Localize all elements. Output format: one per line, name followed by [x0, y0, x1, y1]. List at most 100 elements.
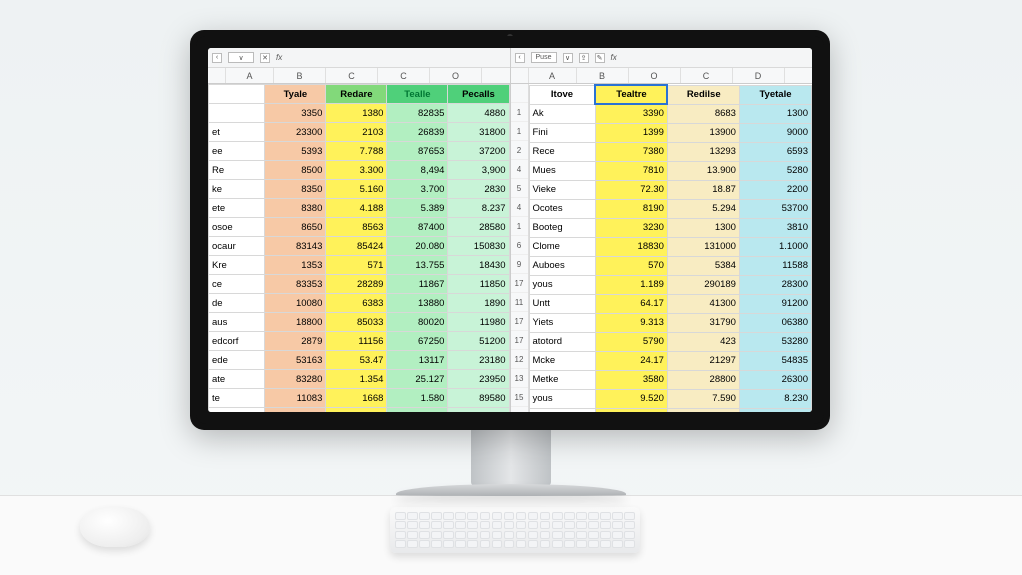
cell[interactable]: 11588	[739, 256, 811, 275]
dropdown-icon[interactable]: ∨	[563, 53, 573, 63]
row-label[interactable]: Re	[209, 161, 265, 180]
cell[interactable]: 13117	[387, 351, 448, 370]
row-label[interactable]: et	[209, 123, 265, 142]
cell[interactable]: 9.520	[595, 389, 667, 408]
cell[interactable]: 20.080	[387, 237, 448, 256]
row-label[interactable]: ce	[209, 275, 265, 294]
cell[interactable]: 8,494	[387, 161, 448, 180]
cell[interactable]: 13.900	[667, 161, 739, 180]
row-label[interactable]: Rece	[529, 142, 595, 161]
row-label[interactable]: osoe	[209, 218, 265, 237]
cell[interactable]: 13880	[387, 294, 448, 313]
cell[interactable]: 10080	[265, 294, 326, 313]
cell[interactable]: 13293	[667, 142, 739, 161]
row-label[interactable]: Vieke	[529, 180, 595, 199]
cell[interactable]: 6593	[739, 142, 811, 161]
share-icon[interactable]: ⇪	[579, 53, 589, 63]
row-label[interactable]: Untt	[529, 294, 595, 313]
cell[interactable]: 21297	[667, 351, 739, 370]
cell[interactable]: 53163	[265, 351, 326, 370]
name-box-right[interactable]: Puse	[531, 52, 557, 63]
cell[interactable]: 8350	[265, 180, 326, 199]
row-label[interactable]: Auboes	[529, 256, 595, 275]
cell[interactable]: 72.30	[595, 180, 667, 199]
cell[interactable]: 2103	[326, 123, 387, 142]
row-label[interactable]: Booteg	[529, 218, 595, 237]
col-header[interactable]: O	[629, 68, 681, 83]
cell[interactable]: 18430	[448, 256, 509, 275]
cell[interactable]: 7.788	[326, 142, 387, 161]
cell[interactable]: 01630	[739, 408, 811, 412]
row-label[interactable]: ede	[209, 351, 265, 370]
row-label[interactable]: ete	[209, 199, 265, 218]
row-label[interactable]: atotord	[529, 332, 595, 351]
col-header[interactable]: C	[681, 68, 733, 83]
cell[interactable]: 1300	[739, 104, 811, 123]
cell[interactable]: 9000	[739, 123, 811, 142]
cell[interactable]: 18830	[595, 237, 667, 256]
cell[interactable]: 85424	[326, 237, 387, 256]
row-label[interactable]	[209, 104, 265, 123]
header-cell[interactable]: Redilse	[667, 85, 739, 104]
row-label[interactable]: Yiets	[529, 313, 595, 332]
cell[interactable]: 26300	[739, 370, 811, 389]
cell[interactable]: 7.590	[667, 389, 739, 408]
row-label[interactable]: ocaur	[209, 237, 265, 256]
cell[interactable]: 28800	[667, 370, 739, 389]
cell[interactable]: 5790	[595, 332, 667, 351]
row-numbers[interactable]: 11245416917111717121315D1313	[511, 84, 529, 412]
cell[interactable]: 3580	[595, 370, 667, 389]
cell[interactable]: 64.17	[595, 294, 667, 313]
cell[interactable]: 18800	[265, 313, 326, 332]
cell[interactable]: 83280	[265, 370, 326, 389]
cell[interactable]: 23300	[265, 123, 326, 142]
cell[interactable]: 6383	[326, 294, 387, 313]
row-label[interactable]: Yort	[529, 408, 595, 412]
row-label[interactable]: te	[209, 389, 265, 408]
row-label[interactable]: ee	[209, 142, 265, 161]
cell[interactable]: 11980	[448, 313, 509, 332]
cell[interactable]: 31790	[667, 313, 739, 332]
row-label[interactable]: aus	[209, 313, 265, 332]
cell[interactable]: 8.230	[739, 389, 811, 408]
cell[interactable]: 25.127	[387, 370, 448, 389]
cell[interactable]: 1399	[595, 123, 667, 142]
cell[interactable]: 5.160	[326, 180, 387, 199]
cell[interactable]: 67250	[387, 332, 448, 351]
row-label[interactable]: Metke	[529, 370, 595, 389]
cell[interactable]: 2879	[265, 332, 326, 351]
cell[interactable]: 5384	[667, 256, 739, 275]
row-label[interactable]: Ak	[529, 104, 595, 123]
cell[interactable]: 2200	[739, 180, 811, 199]
cell[interactable]: 11083	[265, 389, 326, 408]
row-label[interactable]: yous	[529, 389, 595, 408]
cell[interactable]: 26839	[387, 123, 448, 142]
header-cell[interactable]: Tyetale	[739, 85, 811, 104]
row-label[interactable]: edcorf	[209, 332, 265, 351]
row-label[interactable]: et	[209, 408, 265, 413]
cell[interactable]: 3230	[595, 218, 667, 237]
back-button[interactable]: ‹	[515, 53, 525, 63]
header-cell[interactable]: Itove	[529, 85, 595, 104]
cell[interactable]: 3810	[739, 218, 811, 237]
cell[interactable]: 85033	[326, 313, 387, 332]
cell[interactable]: 87653	[387, 142, 448, 161]
row-label[interactable]: Mues	[529, 161, 595, 180]
cell[interactable]: 53280	[739, 332, 811, 351]
cell[interactable]: 53700	[739, 199, 811, 218]
cell[interactable]: 13900	[667, 123, 739, 142]
name-box-left[interactable]: ∨	[228, 52, 254, 63]
cell[interactable]: 51390	[387, 408, 448, 413]
cell[interactable]: 2830	[448, 180, 509, 199]
cell[interactable]: 570	[595, 256, 667, 275]
cell[interactable]: 23180	[448, 351, 509, 370]
cell[interactable]: 1668	[326, 389, 387, 408]
cell[interactable]: 24.17	[595, 351, 667, 370]
header-cell[interactable]: Pecalls	[448, 85, 509, 104]
cell[interactable]: 28289	[326, 275, 387, 294]
cell[interactable]: 3.300	[326, 161, 387, 180]
cell[interactable]: 423	[667, 332, 739, 351]
cell[interactable]: 290189	[667, 275, 739, 294]
cell[interactable]: 54835	[739, 351, 811, 370]
cell[interactable]: 1380	[326, 104, 387, 123]
